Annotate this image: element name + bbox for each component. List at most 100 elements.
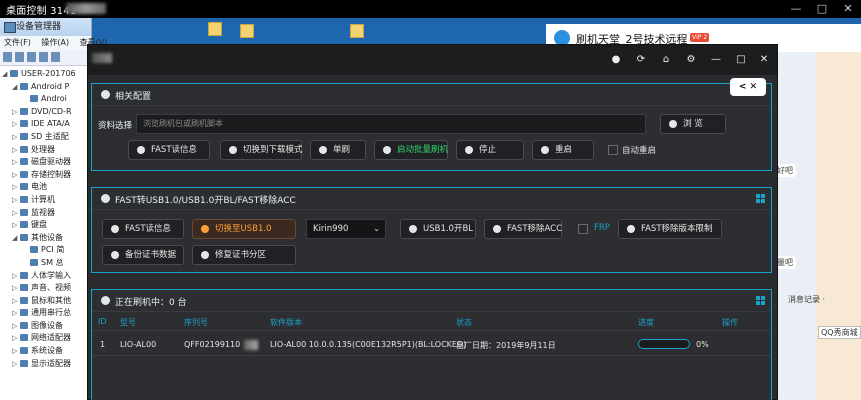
fast-remove-acc-button[interactable]: FAST移除ACC <box>484 219 562 239</box>
device-icon <box>20 334 28 342</box>
usb1-unlock-bl-button[interactable]: USB1.0开BL <box>400 219 476 239</box>
forward-icon[interactable] <box>15 52 24 62</box>
expand-arrow-icon[interactable]: ▷ <box>12 118 20 131</box>
expand-arrow-icon[interactable]: ▷ <box>12 307 20 320</box>
folder-icon[interactable] <box>240 24 254 38</box>
grid-icon[interactable] <box>756 296 765 305</box>
device-tree-item[interactable]: ▷ 鼠标和其他 <box>2 295 91 308</box>
device-tree-label: 人体学输入 <box>31 270 71 280</box>
device-tree-item[interactable]: ▷ 键盘 <box>2 219 91 232</box>
device-tree-item[interactable]: ▷ 图像设备 <box>2 320 91 333</box>
device-tree-item[interactable]: SM 总 <box>2 257 91 270</box>
device-tree-item[interactable]: ▷ 显示适配器 <box>2 358 91 371</box>
device-tree-item[interactable]: ▷ 人体学输入 <box>2 270 91 283</box>
stop-button[interactable]: 停止 <box>456 140 524 160</box>
device-icon <box>20 195 28 203</box>
chip-select[interactable]: Kirin990 ⌄ <box>306 219 386 239</box>
fast-read-info-button[interactable]: FAST读信息 <box>102 219 184 239</box>
close-button[interactable]: ✕ <box>756 52 772 68</box>
device-tree-item[interactable]: ▷ 网络适配器 <box>2 332 91 345</box>
device-tree-item[interactable]: ▷ 声音、视频 <box>2 282 91 295</box>
message-log-link[interactable]: 消息记录 · <box>788 294 825 305</box>
fast-read-info-button[interactable]: FAST读信息 <box>128 140 210 160</box>
repair-cert-button[interactable]: 修复证书分区 <box>192 245 296 265</box>
minimize-button[interactable]: — <box>708 52 724 68</box>
scan-icon[interactable] <box>51 52 60 62</box>
expand-arrow-icon[interactable]: ◢ <box>2 68 10 81</box>
expand-arrow-icon[interactable]: ◢ <box>12 232 20 245</box>
device-tree-item[interactable]: Androi <box>2 93 91 106</box>
info-icon <box>137 146 145 154</box>
device-tree-item[interactable]: ▷ 处理器 <box>2 144 91 157</box>
expand-arrow-icon[interactable]: ▷ <box>12 345 20 358</box>
expand-arrow-icon[interactable]: ▷ <box>12 270 20 283</box>
expand-arrow-icon[interactable]: ▷ <box>12 131 20 144</box>
help-icon[interactable] <box>39 52 48 62</box>
device-tree-label: 存储控制器 <box>31 169 71 179</box>
device-tree-item[interactable]: PCI 简 <box>2 244 91 257</box>
expand-arrow-icon[interactable]: ▷ <box>12 320 20 333</box>
switch-usb1-button[interactable]: 切换至USB1.0 <box>192 219 296 239</box>
fast-remove-version-limit-button[interactable]: FAST移除版本限制 <box>618 219 722 239</box>
device-tree-item[interactable]: ▷ 磁盘驱动器 <box>2 156 91 169</box>
expand-arrow-icon[interactable]: ▷ <box>12 106 20 119</box>
globe-icon[interactable]: ● <box>608 52 624 68</box>
properties-icon[interactable] <box>27 52 36 62</box>
expand-arrow-icon[interactable]: ▷ <box>12 207 20 220</box>
menu-file[interactable]: 文件(F) <box>4 38 31 47</box>
expand-arrow-icon[interactable]: ◢ <box>12 81 20 94</box>
qq-show-button[interactable]: QQ秀商城 <box>818 326 861 339</box>
device-tree-label: 鼠标和其他 <box>31 295 71 305</box>
browse-button[interactable]: 浏 览 <box>660 114 726 134</box>
fast-usb-panel: FAST转USB1.0/USB1.0开BL/FAST移除ACC FAST读信息 … <box>91 187 772 273</box>
reboot-button[interactable]: 重启 <box>532 140 594 160</box>
folder-icon[interactable] <box>208 22 222 36</box>
device-tree-item[interactable]: ▷ 系统设备 <box>2 345 91 358</box>
maximize-button[interactable]: □ <box>809 0 835 18</box>
expand-arrow-icon[interactable]: ▷ <box>12 358 20 371</box>
device-tree-item[interactable]: ▷ 电池 <box>2 181 91 194</box>
single-flash-button[interactable]: 单刷 <box>310 140 366 160</box>
device-tree-item[interactable]: ▷ IDE ATA/A <box>2 118 91 131</box>
settings-icon[interactable]: ⚙ <box>683 52 699 68</box>
device-icon <box>20 233 28 241</box>
device-tree-item[interactable]: ▷ 通用串行总 <box>2 307 91 320</box>
device-tree-item[interactable]: ▷ 计算机 <box>2 194 91 207</box>
device-tree-label: 通用串行总 <box>31 308 71 318</box>
device-tree: ◢ USER-201706 ◢ Android P Androi ▷ DVD/CD-R ▷ ID… <box>0 66 91 370</box>
file-path-input[interactable]: 浏览刷机包或刷机脚本 <box>136 114 646 134</box>
frp-checkbox[interactable] <box>578 224 588 234</box>
expand-arrow-icon[interactable]: ▷ <box>12 295 20 308</box>
expand-arrow-icon[interactable]: ▷ <box>12 144 20 157</box>
device-tree-item[interactable]: ▷ SD 主适配 <box>2 131 91 144</box>
home-icon[interactable]: ⌂ <box>658 52 674 68</box>
device-tree-item[interactable]: ▷ 监视器 <box>2 207 91 220</box>
expand-arrow-icon[interactable]: ▷ <box>12 169 20 182</box>
grid-icon[interactable] <box>756 194 765 203</box>
device-tree-item[interactable]: ▷ 存储控制器 <box>2 169 91 182</box>
folder-icon[interactable] <box>350 24 364 38</box>
refresh-icon[interactable]: ⟳ <box>633 52 649 68</box>
backup-cert-button[interactable]: 备份证书数据 <box>102 245 184 265</box>
device-tree-item[interactable]: ◢ 其他设备 <box>2 232 91 245</box>
maximize-button[interactable]: □ <box>733 52 749 68</box>
switch-download-mode-button[interactable]: 切换到下载模式 <box>220 140 303 160</box>
expand-arrow-icon[interactable]: ▷ <box>12 194 20 207</box>
remote-desktop-titlebar: 桌面控制 3141 — □ ✕ <box>0 0 861 18</box>
backup-cert-label: 备份证书数据 <box>125 250 177 260</box>
minimize-button[interactable]: — <box>783 0 809 18</box>
auto-restart-checkbox[interactable] <box>608 145 618 155</box>
device-tree-item[interactable]: ◢ USER-201706 <box>2 68 91 81</box>
expand-arrow-icon[interactable]: ▷ <box>12 181 20 194</box>
collapse-close-button[interactable]: < ✕ <box>730 78 766 96</box>
back-icon[interactable] <box>3 52 12 62</box>
device-tree-item[interactable]: ▷ DVD/CD-R <box>2 106 91 119</box>
expand-arrow-icon[interactable]: ▷ <box>12 156 20 169</box>
batch-flash-button[interactable]: 启动批量刷机 <box>374 140 448 160</box>
expand-arrow-icon[interactable]: ▷ <box>12 219 20 232</box>
device-tree-item[interactable]: ◢ Android P <box>2 81 91 94</box>
menu-action[interactable]: 操作(A) <box>41 38 69 47</box>
expand-arrow-icon[interactable]: ▷ <box>12 282 20 295</box>
expand-arrow-icon[interactable]: ▷ <box>12 332 20 345</box>
close-button[interactable]: ✕ <box>835 0 861 18</box>
